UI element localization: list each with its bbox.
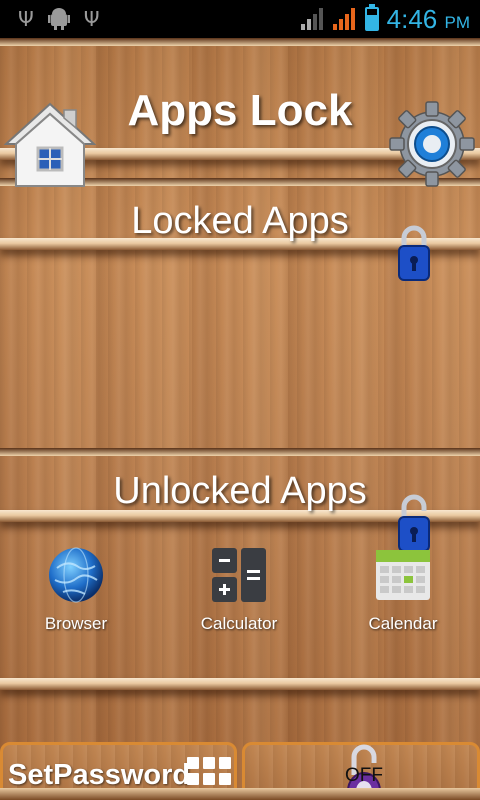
shelf-divider <box>0 38 480 46</box>
app-item-calculator[interactable]: Calculator <box>179 546 299 634</box>
shelf-divider <box>0 678 480 690</box>
app-label: Calculator <box>200 614 278 633</box>
app-label: Browser <box>44 614 108 633</box>
battery-icon <box>364 4 379 31</box>
app-item-browser[interactable]: Browser <box>16 546 136 634</box>
shelf-divider <box>0 788 480 800</box>
android-debug-icon <box>47 6 70 33</box>
usb-icon: Ψ <box>18 7 34 31</box>
calendar-icon <box>374 546 432 604</box>
shelf-divider <box>0 448 480 456</box>
app-screen: Apps Lock Locked Apps Unlocked Apps Brow… <box>0 38 480 800</box>
clock: 4:46 PM <box>386 3 470 34</box>
toggle-state-label: OFF <box>345 765 383 786</box>
app-label: Calendar <box>368 614 438 633</box>
lock-closed-icon <box>396 222 432 282</box>
cell-signal-icon <box>332 8 357 30</box>
settings-button[interactable] <box>388 100 476 188</box>
unlocked-apps-list: Browser Calculator Calendar <box>0 546 480 646</box>
globe-icon <box>47 546 105 604</box>
app-item-calendar[interactable]: Calendar <box>343 546 463 634</box>
calculator-icon <box>210 546 268 604</box>
gear-icon <box>389 101 475 187</box>
footer-bar: SetPassword OFF <box>0 698 480 800</box>
lock-open-icon <box>396 493 432 553</box>
usb-icon: Ψ <box>83 7 100 31</box>
status-bar: Ψ Ψ 4:46 PM <box>0 0 480 38</box>
wifi-signal-icon <box>300 8 325 30</box>
